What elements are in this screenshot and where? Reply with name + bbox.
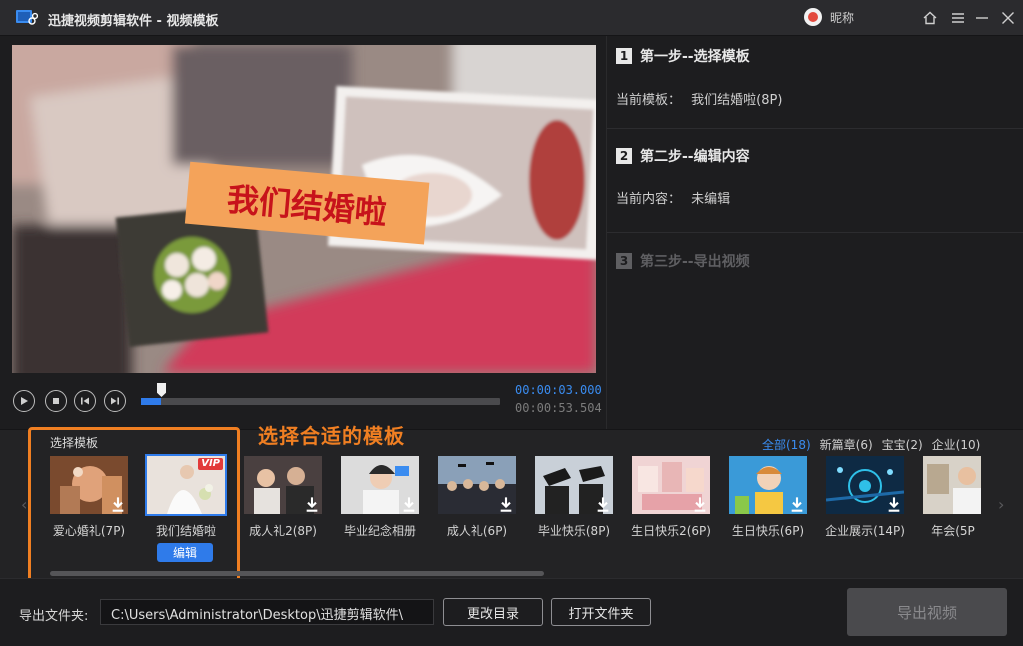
template-thumbnail[interactable] — [729, 456, 807, 514]
change-directory-button[interactable]: 更改目录 — [443, 598, 543, 626]
current-time: 00:00:03.000 — [515, 383, 602, 397]
step-1-number: 1 — [616, 48, 632, 64]
step-2-heading: 2 第二步--编辑内容 — [616, 146, 750, 166]
download-icon[interactable] — [110, 496, 126, 512]
step-divider — [607, 128, 1023, 129]
title-bar: 迅捷视频剪辑软件 - 视频模板 昵称 — [0, 0, 1023, 36]
scroll-left-icon[interactable]: ‹ — [21, 495, 27, 514]
template-thumbnail[interactable] — [341, 456, 419, 514]
steps-panel: 1 第一步--选择模板 当前模板： 我们结婚啦(8P) 2 第二步--编辑内容 … — [606, 36, 1023, 429]
home-icon[interactable] — [920, 8, 940, 28]
app-logo-icon — [16, 9, 39, 27]
minimize-icon[interactable] — [972, 8, 992, 28]
avatar[interactable] — [804, 8, 822, 26]
template-thumbnail[interactable]: VIP — [145, 454, 227, 516]
step-2-number: 2 — [616, 148, 632, 164]
window-title: 迅捷视频剪辑软件 - 视频模板 — [48, 14, 219, 29]
template-item-partial[interactable]: 年会(5P — [923, 456, 981, 538]
category-new-chapter[interactable]: 新篇章(6) — [820, 436, 873, 453]
download-icon[interactable] — [595, 496, 611, 512]
scroll-right-icon[interactable]: › — [998, 495, 1004, 514]
progress-bar[interactable] — [141, 398, 500, 405]
download-icon[interactable] — [692, 496, 708, 512]
export-path-field[interactable]: C:\Users\Administrator\Desktop\迅捷剪辑软件\ — [100, 599, 434, 625]
total-time: 00:00:53.504 — [515, 401, 602, 415]
template-thumbnail[interactable] — [826, 456, 904, 514]
previous-frame-button[interactable] — [74, 390, 96, 412]
step-3-heading: 3 第三步--导出视频 — [616, 251, 750, 271]
template-item[interactable]: 爱心婚礼(7P) — [50, 456, 128, 538]
template-thumbnail[interactable] — [632, 456, 710, 514]
progress-fill — [141, 398, 162, 405]
user-account[interactable]: 昵称 — [804, 8, 854, 26]
template-item[interactable]: 毕业纪念相册 — [341, 456, 419, 538]
vip-badge: VIP — [198, 458, 223, 470]
download-icon[interactable] — [789, 496, 805, 512]
step-1-info: 当前模板： 我们结婚啦(8P) — [616, 89, 782, 108]
category-enterprise[interactable]: 企业(10) — [932, 436, 981, 453]
template-thumbnail[interactable] — [535, 456, 613, 514]
menu-icon[interactable] — [948, 8, 968, 28]
horizontal-scrollbar[interactable] — [50, 571, 544, 576]
download-icon[interactable] — [401, 496, 417, 512]
annotation-text: 选择合适的模板 — [258, 424, 405, 448]
stop-button[interactable] — [45, 390, 67, 412]
template-name: 年会(5P — [931, 524, 975, 538]
step-2-info: 当前内容： 未编辑 — [616, 188, 730, 207]
template-item[interactable]: 毕业快乐(8P) — [535, 456, 613, 538]
template-item[interactable]: 成人礼(6P) — [438, 456, 516, 538]
step-divider — [607, 232, 1023, 233]
category-all[interactable]: 全部(18) — [762, 436, 811, 453]
step-1-label: 第一步--选择模板 — [640, 49, 750, 65]
template-item[interactable]: 生日快乐2(6P) — [631, 456, 711, 538]
play-button[interactable] — [13, 390, 35, 412]
category-baby[interactable]: 宝宝(2) — [882, 436, 923, 453]
video-preview[interactable]: 我们结婚啦 — [12, 45, 596, 373]
template-thumbnail[interactable] — [50, 456, 128, 514]
current-template-label: 当前模板： — [616, 93, 682, 108]
download-icon[interactable] — [498, 496, 514, 512]
nickname-label[interactable]: 昵称 — [830, 9, 854, 26]
download-icon[interactable] — [304, 496, 320, 512]
download-icon[interactable] — [886, 496, 902, 512]
export-video-button[interactable]: 导出视频 — [847, 588, 1007, 636]
step-1-heading: 1 第一步--选择模板 — [616, 46, 750, 66]
template-section-label: 选择模板 — [50, 436, 99, 450]
template-name: 企业展示(14P) — [825, 524, 905, 538]
template-item[interactable]: 生日快乐(6P) — [729, 456, 807, 538]
edit-template-button[interactable]: 编辑 — [157, 543, 213, 562]
open-folder-button[interactable]: 打开文件夹 — [551, 598, 651, 626]
template-item[interactable]: 成人礼2(8P) — [244, 456, 322, 538]
current-template-value: 我们结婚啦(8P) — [691, 93, 783, 108]
template-item-selected[interactable]: VIP 我们结婚啦 — [145, 454, 227, 538]
template-thumbnail[interactable] — [923, 456, 981, 514]
template-thumbnail[interactable] — [244, 456, 322, 514]
close-icon[interactable] — [998, 8, 1018, 28]
template-item[interactable]: 企业展示(14P) — [825, 456, 905, 538]
step-3-label: 第三步--导出视频 — [640, 254, 750, 270]
export-folder-label: 导出文件夹: — [19, 609, 89, 624]
next-frame-button[interactable] — [104, 390, 126, 412]
template-thumbnail[interactable] — [438, 456, 516, 514]
step-2-label: 第二步--编辑内容 — [640, 149, 750, 165]
current-content-value: 未编辑 — [691, 192, 731, 207]
current-content-label: 当前内容： — [616, 192, 682, 207]
progress-handle[interactable] — [157, 383, 166, 397]
category-filter: 全部(18) 新篇章(6) 宝宝(2) 企业(10) — [762, 436, 980, 453]
step-3-number: 3 — [616, 253, 632, 269]
